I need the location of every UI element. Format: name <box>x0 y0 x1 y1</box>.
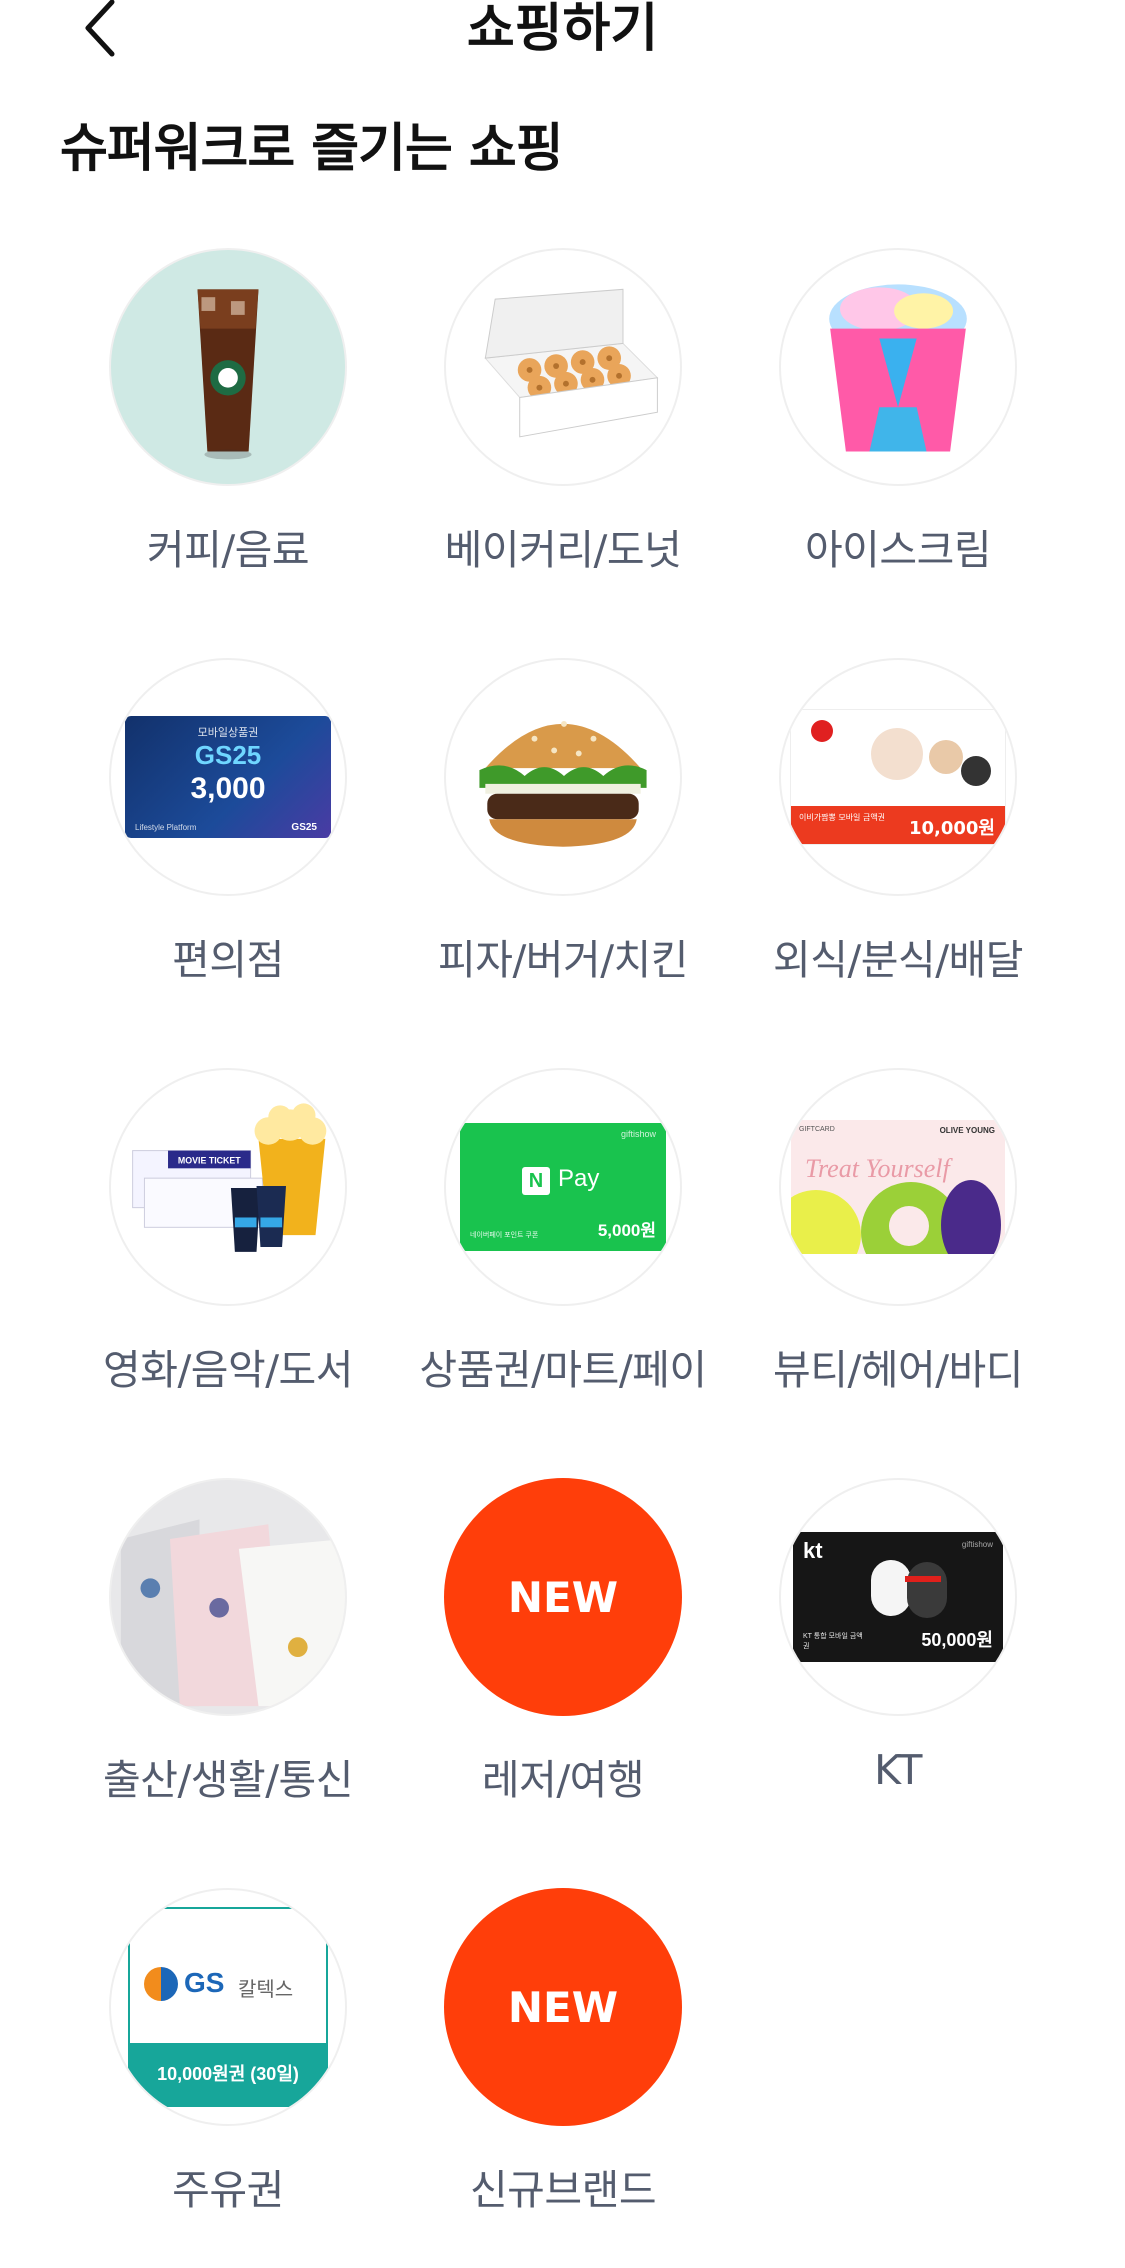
category-label: 편의점 <box>172 936 284 984</box>
dining-card-image: 이비가짬뽕 모바일 금액권 10,000원 <box>779 658 1017 896</box>
card-amount: 10,000원권 (30일) <box>130 2043 326 2105</box>
card-brand: GS25 <box>194 740 262 770</box>
category-label: 외식/분식/배달 <box>773 936 1023 984</box>
category-label: 아이스크림 <box>804 526 992 574</box>
category-label: 출산/생활/통신 <box>103 1756 353 1804</box>
card-corner-text: giftishow <box>620 1129 656 1139</box>
card-brand: kt <box>803 1538 823 1563</box>
movie-ticket-image: MOVIE TICKET <box>109 1068 347 1306</box>
gs25-card-image: 모바일상품권 GS25 3,000 Lifestyle Platform GS2… <box>109 658 347 896</box>
category-dining[interactable]: 이비가짬뽕 모바일 금액권 10,000원 외식/분식/배달 <box>730 658 1066 1038</box>
category-label: 레저/여행 <box>481 1756 645 1804</box>
page-title: 쇼핑하기 <box>466 0 659 59</box>
section-title: 슈퍼워크로 즐기는 쇼핑 <box>60 119 564 179</box>
category-beauty-hair-body[interactable]: GIFTCARD OLIVE YOUNG Treat Yourself 뷰티/헤… <box>730 1068 1066 1448</box>
card-amount: 5,000원 <box>597 1221 656 1240</box>
new-badge-icon: NEW <box>444 1888 682 2126</box>
category-pizza-burger-chicken[interactable]: 피자/버거/치킨 <box>395 658 731 1038</box>
oliveyoung-card-image: GIFTCARD OLIVE YOUNG Treat Yourself <box>779 1068 1017 1306</box>
kt-card-image: kt giftishow KT 통합 모바일 금액권 50,000원 <box>779 1478 1017 1716</box>
top-bar: 쇼핑하기 <box>0 0 1125 90</box>
iced-coffee-image <box>109 248 347 486</box>
card-brand-secondary: 칼텍스 <box>238 1979 294 2001</box>
card-footer-brand: GS25 <box>291 822 317 833</box>
card-caption: 이비가짬뽕 모바일 금액권 <box>799 813 886 822</box>
new-badge-icon: NEW <box>444 1478 682 1716</box>
card-caption: 모바일상품권 <box>197 727 259 739</box>
card-brand: GS <box>184 1967 225 1998</box>
towels-image <box>109 1478 347 1716</box>
card-footer: Lifestyle Platform <box>135 823 197 832</box>
npay-card-image: giftishow N Pay 네이버페이 포인트 쿠폰 5,000원 <box>444 1068 682 1306</box>
category-movie-music-books[interactable]: MOVIE TICKET 영화/음악/도서 <box>60 1068 396 1448</box>
card-brand: OLIVE YOUNG <box>939 1126 995 1135</box>
category-icecream[interactable]: 아이스크림 <box>730 248 1066 628</box>
category-convenience-store[interactable]: 모바일상품권 GS25 3,000 Lifestyle Platform GS2… <box>60 658 396 1038</box>
category-fuel-voucher[interactable]: GS 칼텍스 10,000원권 (30일) 주유권 <box>60 1888 396 2268</box>
category-baby-living-telecom[interactable]: 출산/생활/통신 <box>60 1478 396 1858</box>
category-label: 커피/음료 <box>146 526 310 574</box>
category-label: 신규브랜드 <box>469 2166 657 2214</box>
category-kt[interactable]: kt giftishow KT 통합 모바일 금액권 50,000원 KT <box>730 1478 1066 1858</box>
card-amount: 50,000원 <box>921 1630 993 1650</box>
card-caption: 네이버페이 포인트 쿠폰 <box>470 1232 539 1239</box>
card-caption: KT 통합 모바일 금액권 <box>803 1633 863 1650</box>
donut-box-image <box>444 248 682 486</box>
category-label: 뷰티/헤어/바디 <box>773 1346 1023 1394</box>
card-amount: 10,000원 <box>908 818 995 839</box>
card-brand: Pay <box>558 1165 600 1192</box>
category-leisure-travel[interactable]: NEW 레저/여행 <box>395 1478 731 1858</box>
category-label: 상품권/마트/페이 <box>419 1346 707 1394</box>
ice-cream-cup-image <box>779 248 1017 486</box>
card-amount: 3,000 <box>190 772 266 805</box>
npay-logo: N <box>522 1167 550 1195</box>
card-corner-text: giftishow <box>961 1540 993 1549</box>
category-label: 베이커리/도넛 <box>444 526 682 574</box>
category-giftcard-mart-pay[interactable]: giftishow N Pay 네이버페이 포인트 쿠폰 5,000원 상품권/… <box>395 1068 731 1448</box>
burger-image <box>444 658 682 896</box>
ticket-text: MOVIE TICKET <box>178 1155 241 1165</box>
category-label: 주유권 <box>172 2166 284 2214</box>
category-bakery[interactable]: 베이커리/도넛 <box>395 248 731 628</box>
category-new-brands[interactable]: NEW 신규브랜드 <box>395 1888 731 2268</box>
gs-caltex-card-image: GS 칼텍스 10,000원권 (30일) <box>109 1888 347 2126</box>
category-label: 영화/음악/도서 <box>103 1346 353 1394</box>
category-label: KT <box>874 1746 922 1794</box>
card-caption: GIFTCARD <box>799 1126 835 1133</box>
category-coffee[interactable]: 커피/음료 <box>60 248 396 628</box>
category-label: 피자/버거/치킨 <box>438 936 688 984</box>
card-script-text: Treat Yourself <box>805 1154 950 1183</box>
